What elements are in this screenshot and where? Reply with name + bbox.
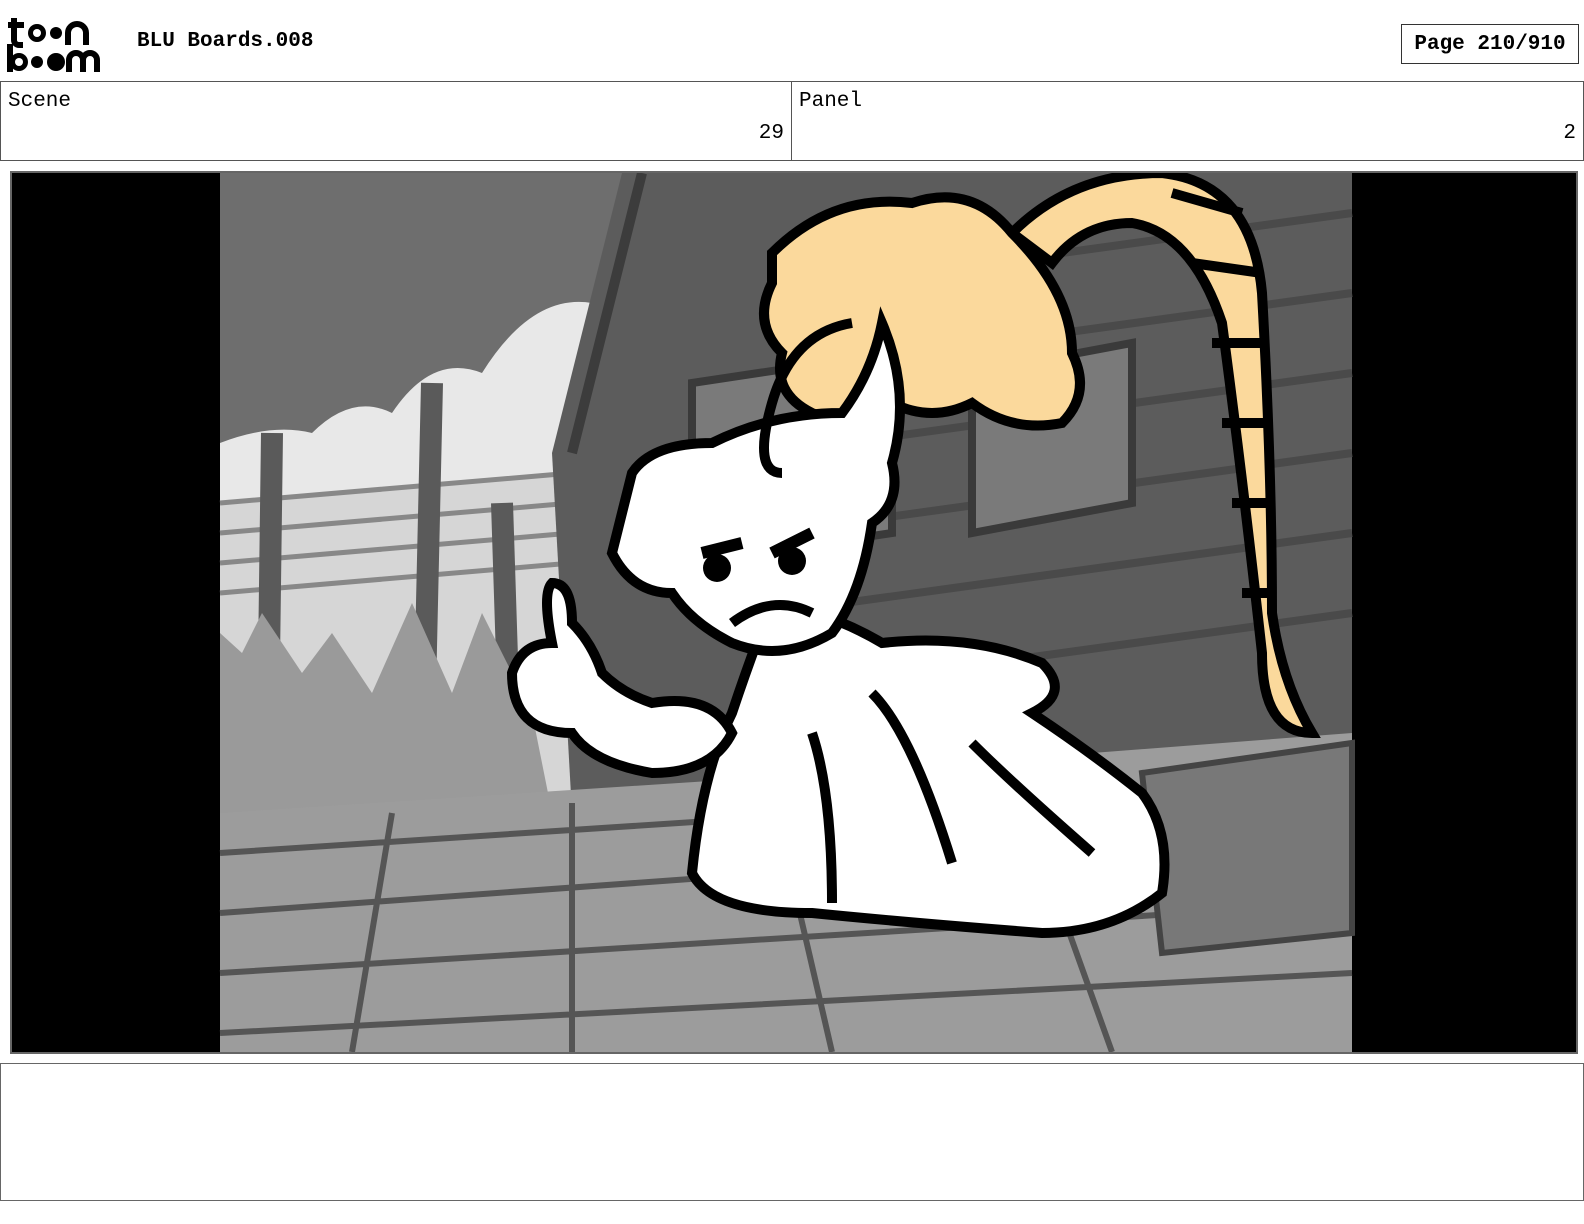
- scene-number: 29: [758, 122, 784, 145]
- panel-label: Panel: [799, 90, 863, 113]
- storyboard-sketch: [12, 173, 1576, 1052]
- page-indicator: Page 210/910: [1401, 24, 1579, 64]
- panel-cell: Panel 2: [792, 82, 1584, 160]
- scene-panel-row: Scene 29 Panel 2: [0, 81, 1584, 161]
- scene-cell: Scene 29: [0, 82, 792, 160]
- notes-area: [0, 1063, 1584, 1201]
- toonboom-logo: [4, 14, 116, 76]
- panel-number: 2: [1563, 122, 1576, 145]
- scene-label: Scene: [8, 90, 72, 113]
- storyboard-frame: [10, 171, 1578, 1054]
- document-title: BLU Boards.008: [137, 30, 314, 53]
